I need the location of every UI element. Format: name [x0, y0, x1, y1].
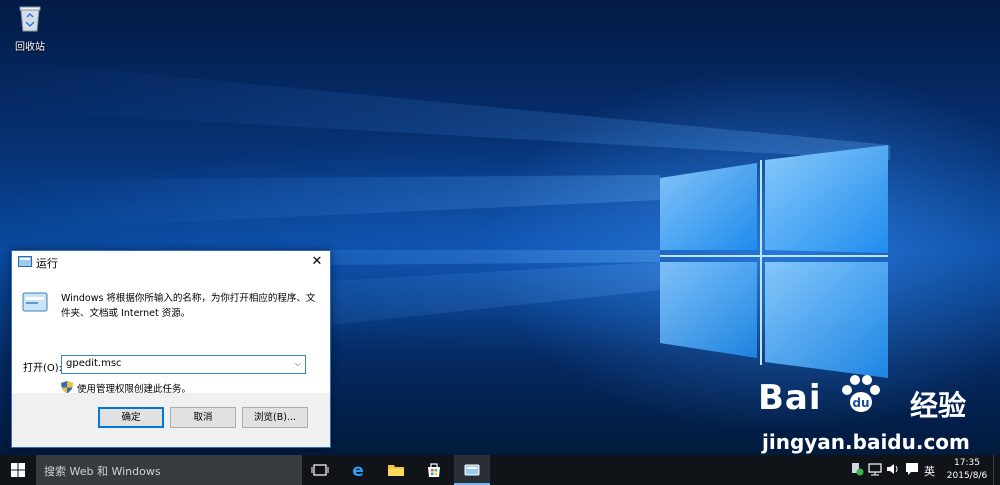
- svg-text:du: du: [852, 396, 869, 410]
- edge-button[interactable]: e: [340, 455, 376, 485]
- svg-text:e: e: [352, 461, 364, 479]
- folder-icon: [388, 465, 404, 476]
- run-taskbar-button[interactable]: [454, 455, 490, 485]
- taskbar: 搜索 Web 和 Windows e 英 17:35 2015/8/6: [0, 455, 1000, 485]
- open-input[interactable]: gpedit.msc: [66, 358, 122, 369]
- ime-indicator[interactable]: 英: [924, 463, 935, 479]
- dialog-titlebar[interactable]: 运行 ✕: [12, 251, 330, 273]
- file-explorer-button[interactable]: [378, 455, 414, 485]
- watermark-url: jingyan.baidu.com: [762, 430, 970, 454]
- dialog-title: 运行: [36, 257, 58, 270]
- action-center-icon[interactable]: [905, 462, 919, 476]
- run-app-icon: [18, 256, 32, 267]
- recycle-bin-label: 回收站: [15, 42, 45, 53]
- search-box[interactable]: 搜索 Web 和 Windows: [36, 455, 302, 485]
- show-desktop-button[interactable]: [993, 455, 1000, 485]
- search-placeholder: 搜索 Web 和 Windows: [44, 465, 161, 478]
- recycle-bin[interactable]: 回收站: [8, 4, 52, 53]
- dialog-description: Windows 将根据你所输入的名称，为你打开相应的程序、文件夹、文档或 Int…: [61, 293, 316, 319]
- volume-icon[interactable]: [886, 462, 900, 476]
- recycle-bin-icon: [19, 6, 41, 32]
- clock-date: 2015/8/6: [946, 471, 988, 481]
- run-app-icon: [464, 464, 480, 476]
- baidu-watermark: Bai du 经验 jingyan.baidu.com: [758, 375, 988, 455]
- cancel-button[interactable]: 取消: [170, 407, 236, 428]
- close-icon: ✕: [311, 254, 323, 269]
- open-combobox[interactable]: gpedit.msc ⌵: [61, 355, 306, 374]
- task-view-button[interactable]: [302, 455, 338, 485]
- watermark-suffix: 经验: [910, 389, 967, 422]
- paw-icon: du: [842, 375, 880, 412]
- run-icon: [22, 292, 48, 312]
- clock[interactable]: 17:35 2015/8/6: [944, 457, 990, 483]
- store-button[interactable]: [416, 455, 452, 485]
- dialog-body: Windows 将根据你所输入的名称，为你打开相应的程序、文件夹、文档或 Int…: [12, 273, 330, 395]
- open-label: 打开(O):: [23, 363, 63, 374]
- windows-logo-icon: [11, 463, 25, 477]
- chevron-down-icon[interactable]: ⌵: [295, 359, 301, 369]
- close-button[interactable]: ✕: [306, 252, 328, 272]
- dialog-footer: 确定 取消 浏览(B)...: [12, 393, 330, 447]
- start-button[interactable]: [0, 455, 36, 485]
- store-icon: [428, 463, 440, 477]
- watermark-brand: Bai: [758, 378, 822, 418]
- security-icon[interactable]: [850, 462, 864, 476]
- run-dialog: 运行 ✕ Windows 将根据你所输入的名称，为你打开相应的程序、文件夹、文档…: [11, 250, 331, 448]
- browse-button[interactable]: 浏览(B)...: [242, 407, 308, 428]
- ok-button[interactable]: 确定: [98, 407, 164, 428]
- clock-time: 17:35: [954, 458, 980, 468]
- network-icon[interactable]: [868, 462, 882, 476]
- task-view-icon: [311, 464, 329, 476]
- edge-icon: e: [352, 461, 364, 479]
